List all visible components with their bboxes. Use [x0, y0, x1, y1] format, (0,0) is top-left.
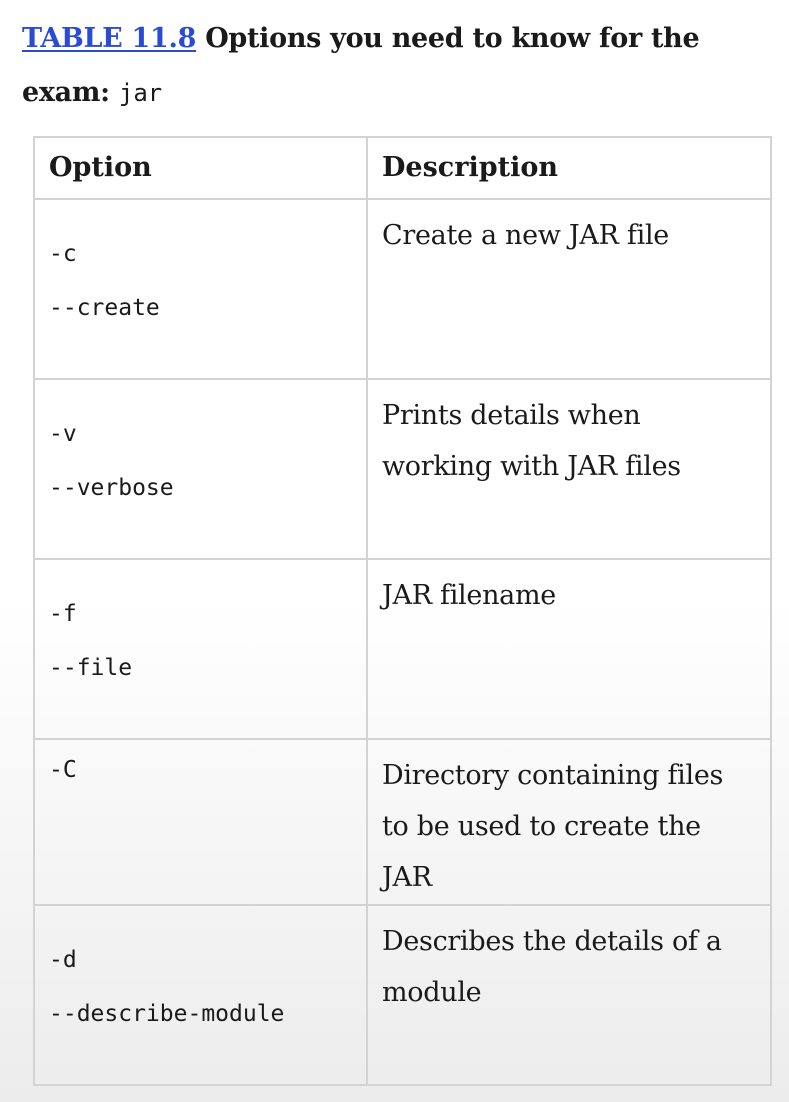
table-row: -v --verbose Prints details when working… — [33, 378, 772, 560]
option-long: --describe-module — [49, 1001, 285, 1027]
table-caption: TABLE 11.8 Options you need to know for … — [22, 12, 762, 120]
option-long: --create — [49, 295, 160, 321]
option-cell: -v --verbose — [33, 378, 368, 560]
description-cell: Create a new JAR file — [366, 198, 772, 380]
header-option: Option — [33, 136, 368, 200]
description-cell: JAR filename — [366, 558, 772, 740]
caption-code: jar — [118, 79, 163, 107]
option-description: Prints details when working with JAR fil… — [382, 400, 681, 482]
table-row: -c --create Create a new JAR file — [33, 198, 772, 380]
description-cell: Directory containing files to be used to… — [366, 738, 772, 906]
table-reference-link[interactable]: TABLE 11.8 — [22, 23, 196, 54]
table-header-row: Option Description — [33, 136, 772, 200]
header-description-label: Description — [382, 152, 558, 183]
option-description: Describes the details of a module — [382, 926, 722, 1008]
option-cell: -c --create — [33, 198, 368, 380]
option-cell: -f --file — [33, 558, 368, 740]
description-cell: Describes the details of a module — [366, 904, 772, 1086]
option-long: --verbose — [49, 475, 174, 501]
jar-options-table: Option Description -c --create Create a … — [33, 136, 772, 1086]
option-cell: -C — [33, 738, 368, 906]
description-cell: Prints details when working with JAR fil… — [366, 378, 772, 560]
table-row: -C Directory containing files to be used… — [33, 738, 772, 906]
table-row: -d --describe-module Describes the detai… — [33, 904, 772, 1086]
table-row: -f --file JAR filename — [33, 558, 772, 740]
option-long: --file — [49, 655, 133, 681]
option-short: -c — [49, 241, 77, 267]
option-short: -d — [49, 947, 77, 973]
option-cell: -d --describe-module — [33, 904, 368, 1086]
option-short: -f — [49, 601, 77, 627]
option-description: JAR filename — [382, 580, 556, 611]
option-description: Create a new JAR file — [382, 220, 669, 251]
option-description: Directory containing files to be used to… — [382, 760, 724, 893]
header-option-label: Option — [49, 152, 152, 183]
option-short: -v — [49, 421, 77, 447]
option-short: -C — [49, 757, 77, 783]
header-description: Description — [366, 136, 772, 200]
